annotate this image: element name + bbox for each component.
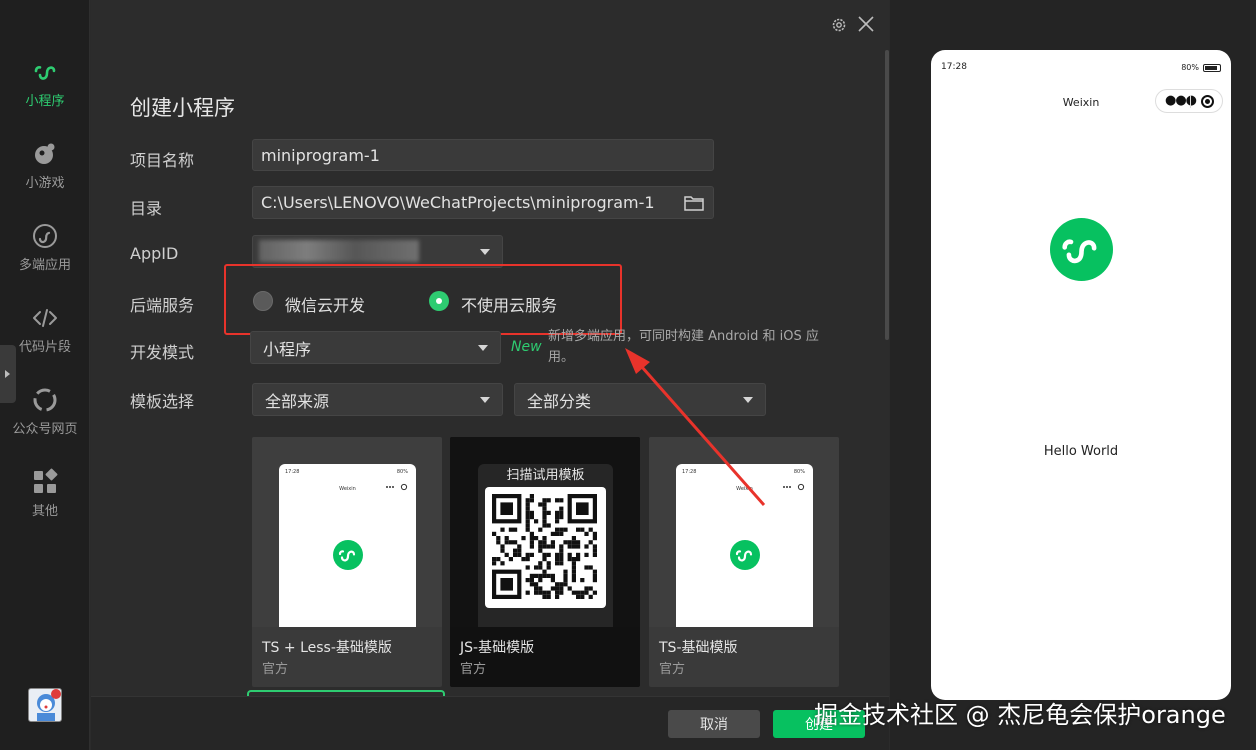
sidebar-collapse-handle[interactable] (0, 345, 16, 403)
more-icon[interactable]: ●●● (1165, 94, 1197, 107)
capsule-divider (1190, 95, 1191, 108)
template-source: 官方 (659, 662, 686, 677)
mini-phone-preview: 17:28 80% Weixin (279, 464, 416, 627)
template-name: JS-基础模版 (460, 640, 535, 656)
grid-icon (34, 468, 58, 493)
capsule-menu[interactable]: ●●● (1155, 89, 1223, 113)
dev-mode-select[interactable]: 小程序 (250, 331, 501, 364)
mini-battery: 80% (793, 469, 805, 475)
sidebar: 小程序 小游戏 多端应用 代码片段 公众号网页 其他 (0, 0, 90, 750)
directory-value: C:\Users\LENOVO\WeChatProjects\miniprogr… (261, 193, 655, 212)
capsule-icon (783, 483, 805, 491)
chevron-down-icon (480, 396, 490, 403)
sidebar-item-label: 其他 (31, 504, 58, 519)
chevron-down-icon (480, 248, 490, 255)
template-thumbnail: 17:28 80% Weixin (649, 437, 839, 627)
status-battery: 80% (1181, 63, 1221, 72)
sidebar-item-label: 代码片段 (18, 340, 71, 355)
appid-redacted (259, 240, 419, 262)
miniprogram-icon (34, 65, 56, 80)
backend-label: 后端服务 (130, 296, 195, 315)
close-miniprogram-icon[interactable] (1201, 95, 1214, 108)
radio-label-wechat-cloud: 微信云开发 (285, 296, 366, 315)
code-icon (33, 309, 57, 327)
radio-wechat-cloud[interactable] (253, 291, 273, 311)
miniprogram-logo-icon (730, 540, 760, 570)
qr-title: 扫描试用模板 (506, 468, 585, 483)
template-name: TS-基础模版 (659, 640, 738, 656)
multi-app-icon (33, 224, 57, 248)
template-card-ts-less[interactable]: 17:28 80% Weixin TS + Less-基础模版 官方 (252, 437, 442, 687)
page-title: 创建小程序 (130, 96, 235, 120)
miniprogram-logo-icon (333, 540, 363, 570)
sidebar-item-label: 小程序 (25, 94, 65, 109)
qr-code-image (492, 494, 597, 599)
mini-time: 17:28 (682, 469, 697, 475)
template-source: 官方 (460, 662, 487, 677)
close-icon[interactable] (856, 14, 876, 34)
template-thumbnail: 扫描试用模板 (450, 437, 640, 627)
avatar[interactable] (28, 688, 62, 722)
chevron-down-icon (743, 396, 753, 403)
template-category-select[interactable]: 全部分类 (514, 383, 766, 416)
mini-battery: 80% (396, 469, 408, 475)
mini-phone-preview: 17:28 80% Weixin (676, 464, 813, 627)
scrollbar[interactable] (885, 50, 889, 340)
template-card-js[interactable]: 扫描试用模板 JS-基础模版 官方 (450, 437, 640, 687)
template-name: TS + Less-基础模版 (262, 640, 392, 656)
cancel-button[interactable]: 取消 (668, 710, 760, 738)
sidebar-item-label: 小游戏 (25, 176, 65, 191)
qr-preview: 扫描试用模板 (478, 464, 613, 627)
notification-badge (51, 689, 61, 699)
qr-code (485, 487, 606, 608)
watermark: 掘金技术社区 @ 杰尼龟会保护orange (814, 701, 1226, 729)
chevron-down-icon (478, 344, 488, 351)
minigame-icon (35, 143, 55, 164)
dev-mode-hint: 新增多端应用，可同时构建 Android 和 iOS 应用。 (548, 329, 819, 365)
status-time: 17:28 (941, 62, 967, 72)
battery-label: 80% (1181, 63, 1199, 72)
highlight-box (224, 264, 622, 335)
project-name-label: 项目名称 (130, 151, 195, 170)
sidebar-item-other[interactable]: 其他 (0, 468, 90, 519)
gear-icon[interactable] (830, 16, 848, 34)
capsule-icon (386, 483, 408, 491)
template-source: 官方 (262, 662, 289, 677)
miniprogram-logo-icon (1050, 218, 1113, 281)
dialog-footer (91, 696, 889, 750)
radio-no-cloud[interactable] (429, 291, 449, 311)
template-thumbnail: 17:28 80% Weixin (252, 437, 442, 627)
official-account-icon (33, 388, 57, 412)
appid-label: AppID (130, 244, 179, 263)
folder-icon[interactable] (684, 195, 704, 211)
template-category-value: 全部分类 (527, 391, 592, 411)
project-name-input[interactable]: miniprogram-1 (252, 139, 714, 171)
template-source-select[interactable]: 全部来源 (252, 383, 503, 416)
mini-time: 17:28 (285, 469, 300, 475)
template-label: 模板选择 (130, 392, 195, 411)
sidebar-item-minigame[interactable]: 小游戏 (0, 140, 90, 191)
battery-icon (1203, 63, 1221, 72)
radio-label-no-cloud: 不使用云服务 (461, 296, 558, 315)
hello-text: Hello World (1043, 444, 1119, 459)
sidebar-item-miniprogram[interactable]: 小程序 (0, 58, 90, 109)
template-card-ts[interactable]: 17:28 80% Weixin TS-基础模版 官方 (649, 437, 839, 687)
template-source-value: 全部来源 (265, 391, 330, 411)
directory-label: 目录 (130, 199, 163, 218)
dev-mode-value: 小程序 (263, 339, 312, 359)
sidebar-item-label: 多端应用 (18, 258, 71, 273)
project-name-value: miniprogram-1 (261, 145, 380, 165)
dev-mode-label: 开发模式 (130, 343, 195, 362)
sidebar-item-label: 公众号网页 (12, 422, 78, 437)
phone-preview: 17:28 80% Weixin ●●● Hello World (931, 50, 1231, 700)
directory-input[interactable]: C:\Users\LENOVO\WeChatProjects\miniprogr… (252, 186, 714, 219)
new-badge: New (511, 339, 542, 355)
sidebar-item-multi-app[interactable]: 多端应用 (0, 222, 90, 273)
